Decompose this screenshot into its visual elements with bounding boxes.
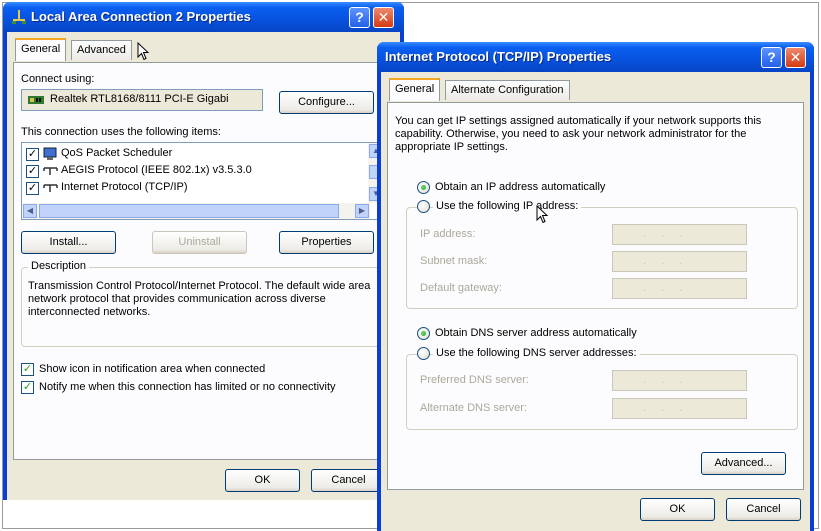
scroll-left-icon[interactable]: ◀ [23, 204, 37, 218]
alternate-dns-field[interactable] [612, 398, 747, 419]
use-ip-label: Use the following IP address: [433, 200, 582, 212]
close-button[interactable]: ✕ [785, 47, 806, 68]
item-checkbox[interactable]: ✓ [26, 165, 39, 178]
show-icon-checkbox[interactable]: ✓ [21, 363, 34, 376]
mouse-cursor-icon [137, 41, 150, 64]
description-group: Description Transmission Control Protoco… [21, 260, 385, 347]
lan-properties-dialog: Local Area Connection 2 Properties ? ✕ G… [3, 2, 404, 500]
network-connection-icon [11, 10, 27, 27]
preferred-dns-label: Preferred DNS server: [420, 374, 529, 386]
connect-using-label: Connect using: [21, 73, 95, 85]
protocol-icon [43, 183, 58, 196]
item-checkbox[interactable]: ✓ [26, 182, 39, 195]
lan-dialog-body: General Advanced Connect using: Realtek … [7, 32, 400, 500]
item-label: AEGIS Protocol (IEEE 802.1x) v3.5.3.0 [61, 164, 252, 176]
mouse-cursor-icon [536, 204, 549, 227]
tcpip-dialog-body: General Alternate Configuration You can … [381, 72, 810, 531]
items-label: This connection uses the following items… [21, 126, 221, 138]
obtain-ip-radio[interactable] [417, 181, 430, 194]
ip-address-label: IP address: [420, 228, 476, 240]
obtain-dns-radio[interactable] [417, 327, 430, 340]
tab-general[interactable]: General [15, 38, 67, 61]
show-icon-label: Show icon in notification area when conn… [39, 363, 266, 375]
tab-alternate-configuration[interactable]: Alternate Configuration [445, 80, 570, 100]
use-ip-radio[interactable] [417, 200, 430, 213]
description-title: Description [28, 260, 90, 272]
items-list[interactable]: ✓ QoS Packet Scheduler ✓ AEGIS Protocol … [21, 142, 385, 220]
properties-button[interactable]: Properties [279, 231, 374, 254]
item-label: QoS Packet Scheduler [61, 147, 173, 159]
adapter-box: Realtek RTL8168/8111 PCI-E Gigabi [21, 89, 263, 111]
help-button[interactable]: ? [761, 47, 782, 68]
close-button[interactable]: ✕ [373, 7, 394, 28]
scroll-thumb[interactable] [39, 204, 339, 218]
lan-ok-button[interactable]: OK [225, 469, 300, 492]
tcpip-ok-button[interactable]: OK [640, 498, 715, 521]
lan-titlebar[interactable]: Local Area Connection 2 Properties ? ✕ [3, 2, 404, 32]
tab-advanced[interactable]: Advanced [71, 40, 132, 60]
configure-button[interactable]: Configure... [279, 91, 374, 114]
item-label: Internet Protocol (TCP/IP) [61, 181, 188, 193]
protocol-icon [43, 166, 58, 179]
tcpip-titlebar[interactable]: Internet Protocol (TCP/IP) Properties ? … [377, 42, 814, 72]
subnet-mask-field[interactable] [612, 251, 747, 272]
notify-checkbox[interactable]: ✓ [21, 381, 34, 394]
tcpip-properties-dialog: Internet Protocol (TCP/IP) Properties ? … [377, 42, 814, 531]
intro-text: You can get IP settings assigned automat… [395, 115, 762, 153]
tab-general[interactable]: General [389, 78, 441, 101]
help-button[interactable]: ? [349, 7, 370, 28]
subnet-mask-label: Subnet mask: [420, 255, 488, 267]
ip-address-field[interactable] [612, 224, 747, 245]
use-dns-radio[interactable] [417, 347, 430, 360]
preferred-dns-field[interactable] [612, 370, 747, 391]
tcpip-cancel-button[interactable]: Cancel [726, 498, 801, 521]
uninstall-button[interactable]: Uninstall [152, 231, 247, 254]
use-dns-label: Use the following DNS server addresses: [433, 347, 640, 359]
qos-icon [43, 147, 58, 164]
obtain-ip-label: Obtain an IP address automatically [435, 181, 606, 193]
lan-general-panel: Connect using: Realtek RTL8168/8111 PCI-… [13, 62, 391, 460]
network-adapter-icon [28, 94, 44, 109]
adapter-name: Realtek RTL8168/8111 PCI-E Gigabi [50, 93, 229, 105]
tcpip-general-panel: You can get IP settings assigned automat… [387, 102, 804, 490]
install-button[interactable]: Install... [21, 231, 116, 254]
default-gateway-label: Default gateway: [420, 282, 502, 294]
notify-label: Notify me when this connection has limit… [39, 381, 336, 393]
alternate-dns-label: Alternate DNS server: [420, 402, 527, 414]
lan-dialog-title: Local Area Connection 2 Properties [31, 9, 251, 24]
default-gateway-field[interactable] [612, 278, 747, 299]
item-checkbox[interactable]: ✓ [26, 148, 39, 161]
horizontal-scrollbar[interactable]: ◀ ▶ [22, 203, 370, 219]
description-text: Transmission Control Protocol/Internet P… [28, 280, 371, 318]
tcpip-dialog-title: Internet Protocol (TCP/IP) Properties [385, 49, 612, 64]
obtain-dns-label: Obtain DNS server address automatically [435, 327, 637, 339]
advanced-button[interactable]: Advanced... [701, 452, 786, 475]
scroll-right-icon[interactable]: ▶ [355, 204, 369, 218]
lan-cancel-button[interactable]: Cancel [311, 469, 386, 492]
